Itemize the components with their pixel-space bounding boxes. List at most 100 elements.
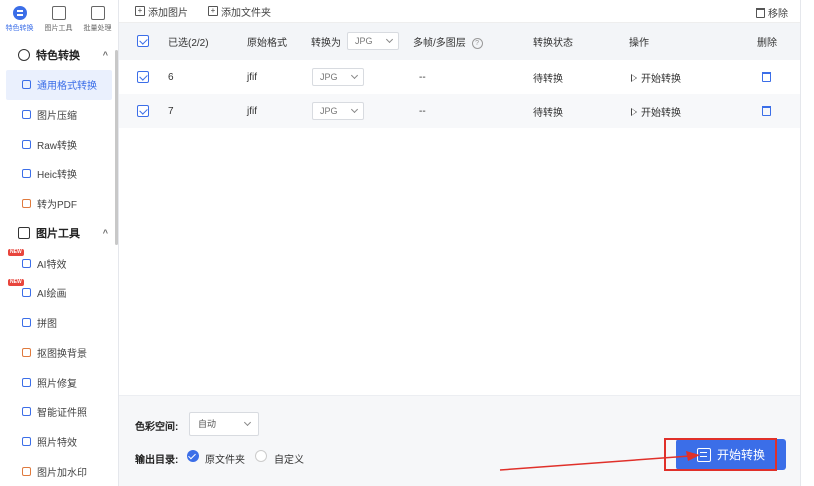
new-badge: NEW: [8, 279, 24, 287]
multi-frame-value: --: [419, 71, 426, 83]
radio-custom-label: 自定义: [274, 455, 304, 466]
row-start-button[interactable]: 开始转换: [631, 70, 681, 85]
sidebar-item-label: 图片压缩: [37, 111, 77, 123]
batch-format-value: JPG: [355, 36, 373, 46]
row-checkbox[interactable]: [137, 105, 149, 117]
remove-label: 移除: [768, 9, 788, 20]
remove-button[interactable]: 移除: [756, 5, 788, 20]
add-image-button[interactable]: + 添加图片: [135, 4, 188, 19]
original-format: jfif: [247, 105, 257, 117]
add-image-label: 添加图片: [148, 7, 188, 19]
row-checkbox[interactable]: [137, 71, 149, 83]
main-panel: + 添加图片 + 添加文件夹 移除 已选(2/2) 原始格式 转换为 JPG 多…: [119, 0, 801, 486]
collapse-caret-icon[interactable]: ^: [103, 50, 108, 60]
sidebar-item-raw[interactable]: Raw转换: [0, 129, 118, 159]
table-row[interactable]: 6 jfif JPG -- 待转换 开始转换: [119, 60, 800, 94]
header-convert-to: 转换为: [311, 38, 341, 49]
section-title: 图片工具: [36, 228, 80, 241]
sidebar: 特色转换 ^ 通用格式转换 图片压缩 Raw转换 Heic转换 转为PDF 图片…: [0, 40, 118, 486]
header-multi-frame: 多帧/多图层 ?: [413, 34, 483, 49]
main-right-border: [800, 0, 801, 486]
color-space-value: 自动: [198, 419, 217, 429]
sidebar-item-pdf[interactable]: 转为PDF: [0, 189, 118, 219]
cutout-icon: [22, 347, 31, 357]
sidebar-item-label: 智能证件照: [37, 408, 87, 420]
play-icon: [631, 73, 637, 82]
radio-original-folder[interactable]: [187, 450, 199, 462]
id-photo-icon: [22, 407, 31, 417]
sidebar-item-repair[interactable]: 照片修复: [0, 367, 118, 397]
file-name: 6: [168, 71, 174, 83]
header-selected: 已选(2/2): [168, 38, 209, 49]
watermark-icon: [22, 466, 31, 476]
nav-feature-convert[interactable]: 特色转换: [0, 0, 39, 40]
target-format-value: JPG: [320, 106, 338, 116]
chevron-down-icon: [243, 418, 252, 427]
sidebar-item-cutout[interactable]: 抠图换背景: [0, 338, 118, 368]
target-format-value: JPG: [320, 72, 338, 82]
collapse-caret-icon[interactable]: ^: [103, 228, 108, 238]
batch-format-select[interactable]: JPG: [347, 32, 399, 50]
original-format: jfif: [247, 71, 257, 83]
file-name: 7: [168, 105, 174, 117]
sidebar-item-label: 通用格式转换: [37, 81, 97, 93]
trash-icon: [756, 7, 765, 18]
color-space-label: 色彩空间:: [135, 422, 179, 433]
output-dir-label: 输出目录:: [135, 455, 179, 466]
photo-effects-icon: [22, 436, 31, 446]
status-text: 待转换: [533, 73, 563, 85]
help-icon[interactable]: ?: [471, 37, 483, 49]
table-header: 已选(2/2) 原始格式 转换为 JPG 多帧/多图层 ? 转换状态 操作 删除: [119, 23, 800, 60]
row-start-label: 开始转换: [641, 73, 681, 85]
nav-batch-process[interactable]: 批量处理: [78, 0, 117, 40]
delete-row-icon[interactable]: [762, 106, 771, 116]
add-folder-button[interactable]: + 添加文件夹: [208, 4, 271, 19]
header-action: 操作: [629, 38, 649, 49]
nav-image-tools[interactable]: 图片工具: [39, 0, 78, 40]
toolbar: + 添加图片 + 添加文件夹 移除: [119, 0, 800, 23]
image-icon: [22, 80, 31, 90]
sidebar-item-ai-painting[interactable]: NEW AI绘画: [0, 278, 118, 308]
sidebar-item-heic[interactable]: Heic转换: [0, 159, 118, 189]
table-row[interactable]: 7 jfif JPG -- 待转换 开始转换: [119, 94, 800, 128]
color-space-select[interactable]: 自动: [189, 412, 259, 436]
sidebar-item-general-convert[interactable]: 通用格式转换: [6, 70, 112, 100]
row-start-label: 开始转换: [641, 107, 681, 119]
play-icon: [631, 107, 637, 116]
sidebar-section-feature-convert[interactable]: 特色转换 ^: [0, 40, 118, 70]
feature-convert-icon: [12, 6, 27, 20]
target-format-select[interactable]: JPG: [312, 102, 364, 120]
delete-row-icon[interactable]: [762, 72, 771, 82]
radio-custom-folder[interactable]: [255, 450, 267, 462]
add-image-icon: +: [135, 6, 145, 16]
annotation-highlight-box: [664, 438, 777, 471]
header-delete: 删除: [757, 38, 777, 49]
sidebar-item-label: Raw转换: [37, 140, 78, 152]
sidebar-item-label: 抠图换背景: [37, 348, 87, 360]
multi-frame-value: --: [419, 105, 426, 117]
sidebar-item-collage[interactable]: 拼图: [0, 308, 118, 338]
add-folder-label: 添加文件夹: [221, 7, 271, 19]
chevron-down-icon: [385, 35, 394, 44]
target-format-select[interactable]: JPG: [312, 68, 364, 86]
sidebar-item-ai-effects[interactable]: NEW AI特效: [0, 248, 118, 278]
row-start-button[interactable]: 开始转换: [631, 104, 681, 119]
select-all-checkbox[interactable]: [137, 35, 149, 47]
convert-circle-icon: [18, 49, 30, 61]
ai-painting-icon: [22, 288, 31, 298]
sidebar-item-compress[interactable]: 图片压缩: [0, 100, 118, 130]
top-mode-nav: 特色转换 图片工具 批量处理: [0, 0, 118, 40]
sidebar-item-id-photo[interactable]: 智能证件照: [0, 397, 118, 427]
compress-icon: [22, 110, 31, 120]
sidebar-item-label: AI特效: [37, 259, 67, 271]
header-multi-frame-label: 多帧/多图层: [413, 38, 466, 49]
repair-icon: [22, 377, 31, 387]
image-tools-icon: [18, 227, 30, 240]
new-badge: NEW: [8, 249, 24, 257]
sidebar-section-image-tools[interactable]: 图片工具 ^: [0, 218, 118, 248]
chevron-down-icon: [350, 71, 359, 80]
sidebar-item-photo-effects[interactable]: 照片特效: [0, 427, 118, 457]
sidebar-item-watermark[interactable]: 图片加水印: [0, 456, 118, 486]
nav-label: 批量处理: [83, 25, 112, 32]
raw-icon: [22, 139, 31, 149]
